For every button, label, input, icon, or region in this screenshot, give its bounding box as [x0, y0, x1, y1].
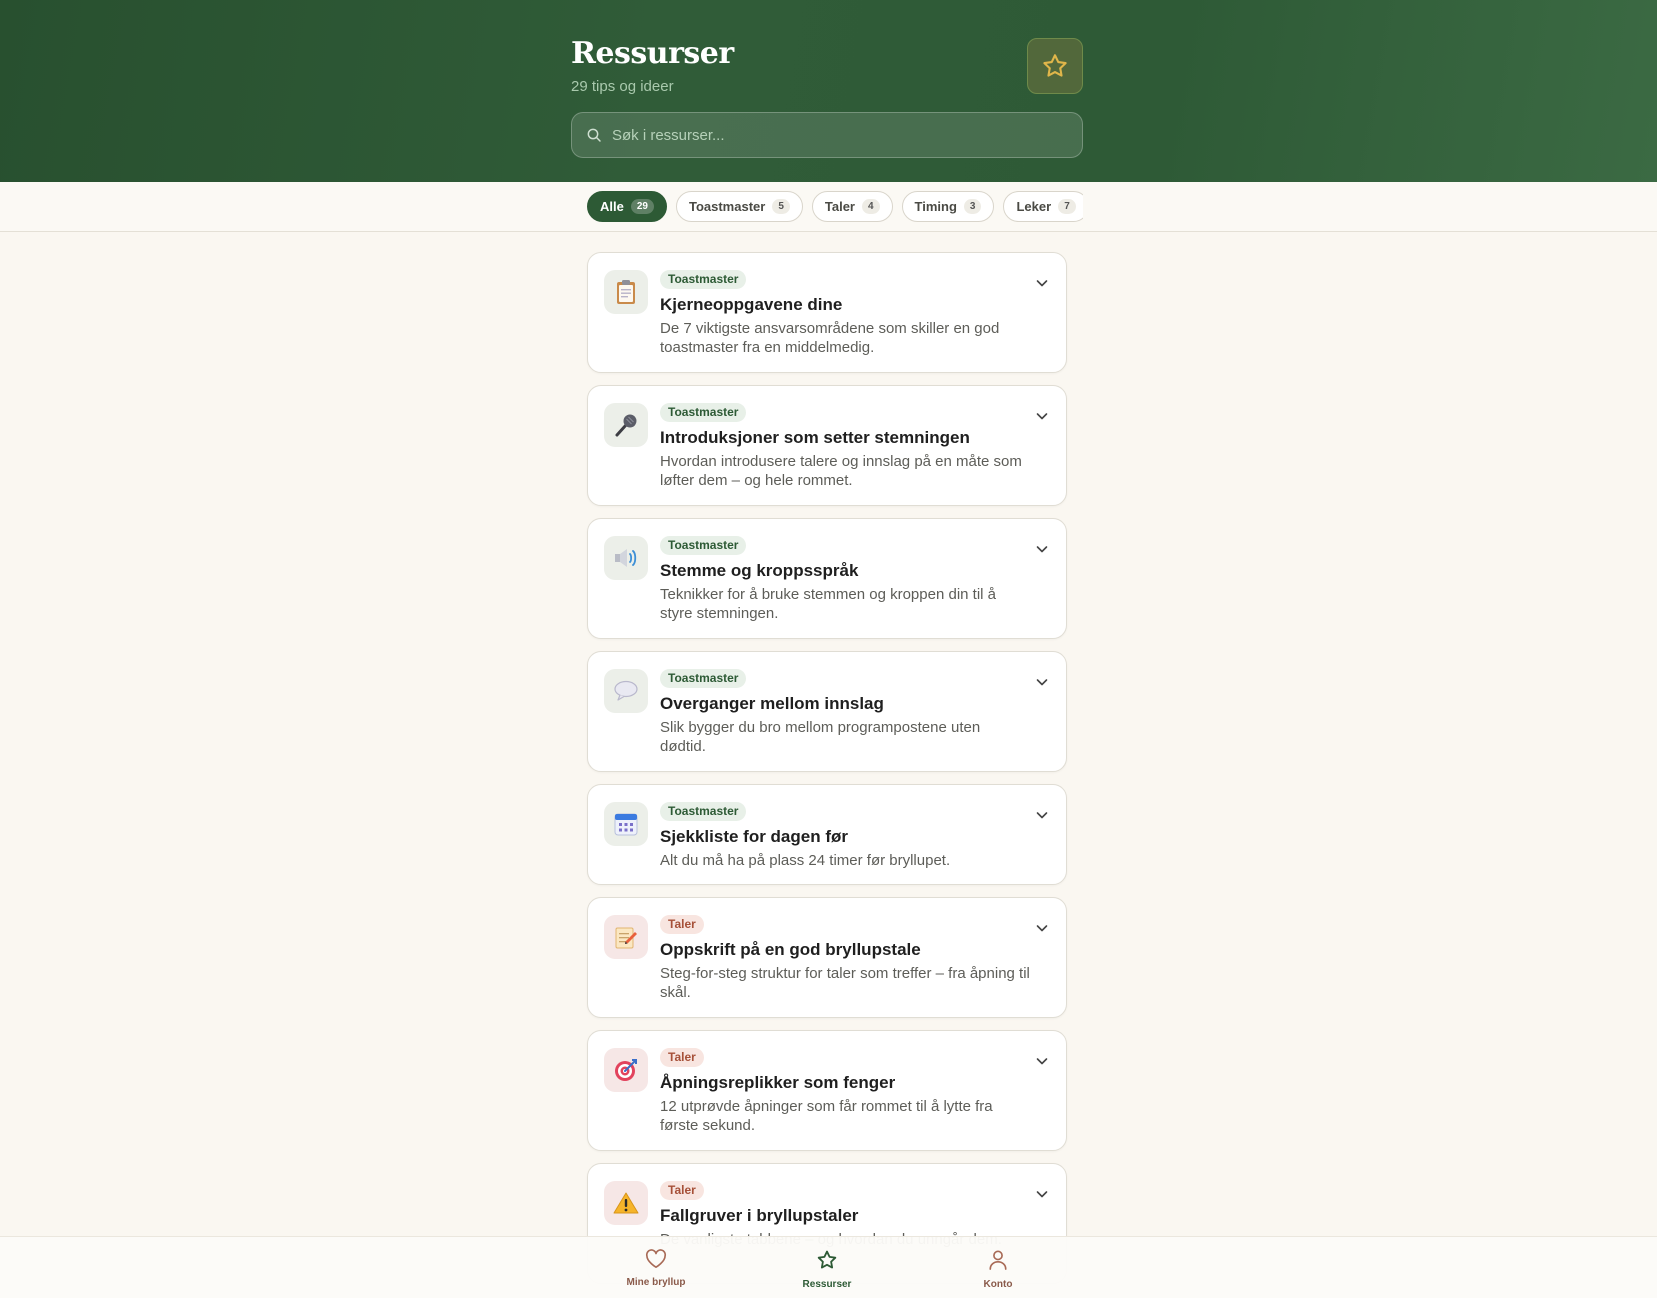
filter-chip-label: Alle — [600, 199, 624, 214]
category-tag: Taler — [660, 915, 704, 934]
search-box[interactable] — [571, 112, 1083, 158]
resource-card[interactable]: Toastmaster Stemme og kroppsspråk Teknik… — [587, 518, 1067, 639]
nav-ressurser[interactable]: Ressurser — [782, 1249, 872, 1290]
card-icon-box — [604, 915, 648, 959]
filter-chip-toastmaster[interactable]: Toastmaster 5 — [675, 191, 803, 222]
category-tag: Toastmaster — [660, 403, 747, 422]
filter-chip-count: 5 — [772, 199, 790, 214]
microphone-icon — [615, 414, 637, 437]
filter-chip-label: Taler — [824, 199, 855, 214]
header-content: Ressurser 29 tips og ideer — [571, 0, 1083, 182]
calendar-icon — [614, 813, 638, 836]
card-title: Fallgruver i bryllupstaler — [660, 1206, 859, 1225]
card-description: Steg-for-steg struktur for taler som tre… — [660, 965, 1030, 1001]
page-subtitle: 29 tips og ideer — [571, 78, 674, 95]
warning-icon — [613, 1192, 639, 1214]
nav-label: Konto — [983, 1279, 1013, 1290]
filter-chip-label: Leker — [1016, 199, 1052, 214]
search-icon — [587, 128, 601, 142]
chevron-down-icon[interactable] — [1034, 920, 1050, 936]
card-icon-box — [604, 270, 648, 314]
card-icon-box — [604, 1181, 648, 1225]
target-icon — [615, 1059, 637, 1081]
card-title: Åpningsreplikker som fenger — [660, 1073, 896, 1092]
clipboard-icon — [617, 280, 635, 304]
filter-chip-row[interactable]: Alle 29 Toastmaster 5 Taler 4 Timing 3 L… — [587, 191, 1083, 223]
filter-chip-label: Toastmaster — [688, 199, 766, 214]
speech-bubble-icon — [614, 680, 638, 701]
resource-card[interactable]: Toastmaster Introduksjoner som setter st… — [587, 385, 1067, 506]
card-description: Alt du må ha på plass 24 timer før bryll… — [660, 852, 951, 869]
page-title: Ressurser — [571, 36, 734, 71]
card-title: Stemme og kroppsspråk — [660, 561, 859, 580]
filter-chip-timing[interactable]: Timing 3 — [901, 191, 995, 222]
user-icon — [989, 1250, 1007, 1270]
filter-chip-leker[interactable]: Leker 7 — [1003, 191, 1083, 222]
filter-chip-alle[interactable]: Alle 29 — [587, 191, 667, 222]
card-icon-box — [604, 1048, 648, 1092]
card-title: Oppskrift på en god bryllupstale — [660, 940, 921, 959]
filter-chip-count: 29 — [630, 199, 654, 214]
resource-card[interactable]: Toastmaster Kjerneoppgavene dine De 7 vi… — [587, 252, 1067, 373]
resource-card[interactable]: Taler Oppskrift på en god bryllupstale S… — [587, 897, 1067, 1018]
category-tag: Toastmaster — [660, 270, 747, 289]
nav-mine-bryllup[interactable]: Mine bryllup — [611, 1249, 701, 1288]
nav-label: Mine bryllup — [626, 1277, 686, 1288]
card-icon-box — [604, 536, 648, 580]
category-tag: Toastmaster — [660, 669, 747, 688]
chevron-down-icon[interactable] — [1034, 807, 1050, 823]
star-icon — [817, 1250, 837, 1269]
chevron-down-icon[interactable] — [1034, 541, 1050, 557]
card-description: De 7 viktigste ansvarsområdene som skill… — [660, 320, 1000, 356]
card-description: Hvordan introdusere talere og innslag på… — [660, 453, 1022, 489]
resource-card[interactable]: Taler Åpningsreplikker som fenger 12 utp… — [587, 1030, 1067, 1151]
card-title: Sjekkliste for dagen før — [660, 827, 848, 846]
card-description: Teknikker for å bruke stemmen og kroppen… — [660, 586, 996, 622]
card-title: Introduksjoner som setter stemningen — [660, 428, 970, 447]
favorites-button[interactable] — [1027, 38, 1083, 94]
chevron-down-icon[interactable] — [1034, 1053, 1050, 1069]
filter-chip-label: Timing — [914, 199, 957, 214]
nav-konto[interactable]: Konto — [953, 1249, 1043, 1290]
speaker-icon — [615, 549, 637, 567]
chevron-down-icon[interactable] — [1034, 275, 1050, 291]
card-icon-box — [604, 802, 648, 846]
card-title: Overganger mellom innslag — [660, 694, 884, 713]
filter-bar: Alle 29 Toastmaster 5 Taler 4 Timing 3 L… — [0, 182, 1657, 232]
bottom-navigation: Mine bryllup Ressurser Konto — [0, 1236, 1657, 1298]
nav-label: Ressurser — [802, 1279, 852, 1290]
card-icon-box — [604, 403, 648, 447]
card-description: 12 utprøvde åpninger som får rommet til … — [660, 1098, 993, 1134]
resource-card[interactable]: Toastmaster Sjekkliste for dagen før Alt… — [587, 784, 1067, 885]
category-tag: Taler — [660, 1181, 704, 1200]
resource-card[interactable]: Toastmaster Overganger mellom innslag Sl… — [587, 651, 1067, 772]
filter-chip-count: 4 — [861, 199, 880, 214]
memo-icon — [615, 927, 637, 949]
chevron-down-icon[interactable] — [1034, 408, 1050, 424]
card-icon-box — [604, 669, 648, 713]
page-header: Ressurser 29 tips og ideer — [0, 0, 1657, 182]
chevron-down-icon[interactable] — [1034, 674, 1050, 690]
category-tag: Toastmaster — [660, 802, 747, 821]
filter-chip-taler[interactable]: Taler 4 — [811, 191, 893, 222]
card-description: Slik bygger du bro mellom programpostene… — [660, 719, 981, 755]
card-title: Kjerneoppgavene dine — [660, 295, 843, 314]
search-input[interactable] — [612, 126, 1052, 144]
filter-chip-count: 3 — [963, 199, 982, 214]
category-tag: Toastmaster — [660, 536, 747, 555]
heart-icon — [645, 1249, 667, 1268]
star-icon — [1043, 54, 1067, 77]
category-tag: Taler — [660, 1048, 704, 1067]
chevron-down-icon[interactable] — [1034, 1186, 1050, 1202]
filter-chip-count: 7 — [1058, 199, 1076, 214]
